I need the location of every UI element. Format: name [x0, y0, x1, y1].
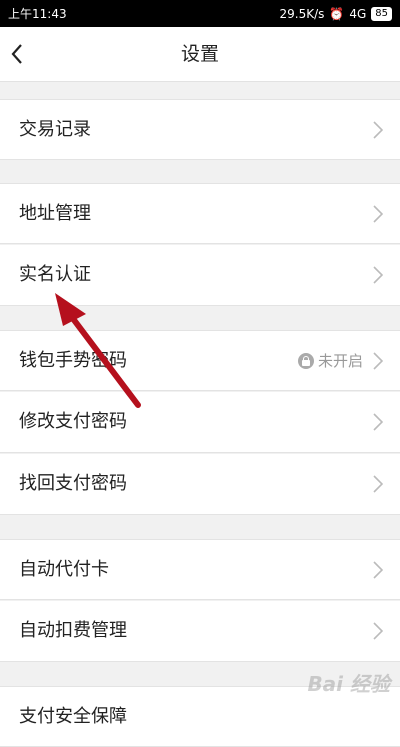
row-transaction-record[interactable]: 交易记录 [0, 99, 400, 160]
page-title: 设置 [180, 43, 219, 65]
row-wallet-gesture-password[interactable]: 钱包手势密码 未开启 [0, 330, 400, 391]
gesture-status: 未开启 [297, 331, 363, 390]
status-time: 上午11:43 [8, 7, 67, 21]
chevron-right-icon [373, 266, 383, 284]
status-indicators: 29.5K/s ⏰ 4G 85 [279, 6, 392, 21]
row-label: 支付安全保障 [19, 706, 127, 727]
net-speed: 29.5K/s [279, 6, 325, 21]
row-label: 地址管理 [19, 203, 91, 224]
lock-icon [297, 352, 314, 369]
row-label: 钱包手势密码 [19, 350, 127, 371]
alarm-icon: ⏰ [329, 6, 345, 21]
row-label: 实名认证 [19, 264, 91, 285]
chevron-right-icon [373, 475, 383, 493]
chevron-right-icon [373, 121, 383, 139]
network-type: 4G [349, 6, 367, 21]
watermark: Bai 经验 [307, 672, 390, 696]
row-label: 交易记录 [19, 119, 91, 140]
row-label: 自动代付卡 [19, 559, 109, 580]
row-auto-debit-management[interactable]: 自动扣费管理 [0, 601, 400, 662]
battery-icon: 85 [371, 6, 392, 21]
row-auto-pay-card[interactable]: 自动代付卡 [0, 539, 400, 600]
chevron-right-icon [373, 413, 383, 431]
chevron-right-icon [373, 561, 383, 579]
gesture-status-text: 未开启 [317, 352, 363, 370]
row-change-payment-password[interactable]: 修改支付密码 [0, 392, 400, 453]
chevron-right-icon [373, 352, 383, 370]
status-bar: 上午11:43 29.5K/s ⏰ 4G 85 [0, 0, 400, 27]
row-label: 自动扣费管理 [19, 620, 127, 641]
row-recover-payment-password[interactable]: 找回支付密码 [0, 454, 400, 515]
row-real-name-verification[interactable]: 实名认证 [0, 245, 400, 306]
chevron-right-icon [373, 205, 383, 223]
nav-bar: 设置 [0, 27, 400, 82]
row-label: 找回支付密码 [19, 473, 127, 494]
chevron-right-icon [373, 622, 383, 640]
row-address-management[interactable]: 地址管理 [0, 183, 400, 244]
row-label: 修改支付密码 [19, 411, 127, 432]
